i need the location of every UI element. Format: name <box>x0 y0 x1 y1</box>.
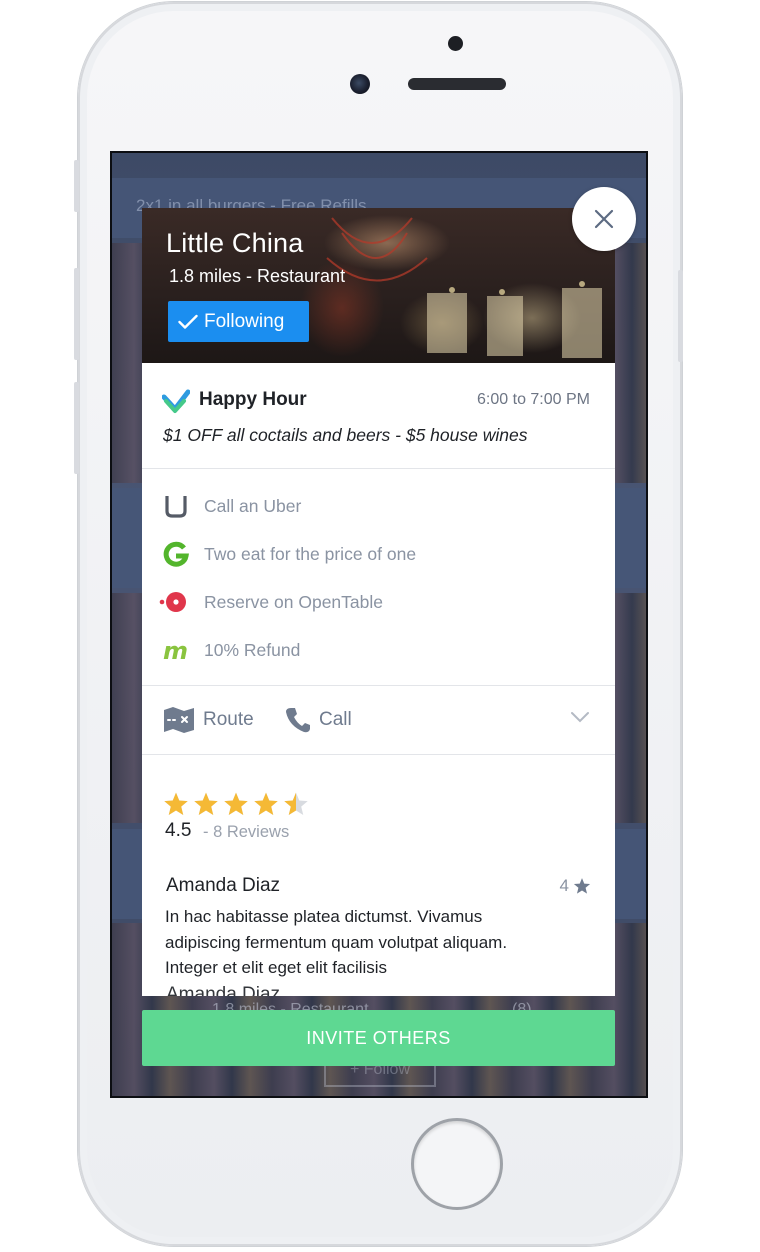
opentable-icon <box>159 592 186 612</box>
review-rating-value: 4 <box>559 876 569 895</box>
venue-subtitle: 1.8 miles - Restaurant <box>169 266 346 286</box>
groupon-icon <box>163 541 189 567</box>
close-icon <box>594 209 614 229</box>
review-text: In hac habitasse platea dictumst. Vivamu… <box>165 907 508 977</box>
route-button[interactable]: Route <box>163 702 254 738</box>
service-uber[interactable]: Call an Uber <box>142 486 615 526</box>
proximity-sensor <box>448 36 463 51</box>
checkmark-icon <box>178 314 198 329</box>
route-map-icon <box>164 707 194 733</box>
happy-hour-title: Happy Hour <box>199 389 307 410</box>
rating-star-icon <box>284 792 308 815</box>
phone-icon <box>286 708 310 733</box>
rating-star-icon <box>254 792 278 815</box>
happy-hour-logo-icon <box>162 389 190 413</box>
divider <box>142 468 615 469</box>
rating-star-icon <box>194 792 218 815</box>
following-button[interactable]: Following <box>168 301 309 342</box>
close-button[interactable] <box>572 187 636 251</box>
invite-others-button[interactable]: INVITE OTHERS <box>142 1010 615 1066</box>
service-opentable-label: Reserve on OpenTable <box>204 592 383 612</box>
service-uber-label: Call an Uber <box>204 496 302 516</box>
rating-score: 4.5 <box>165 820 192 841</box>
rating-stars <box>163 791 313 817</box>
venue-name: Little China <box>166 228 304 258</box>
call-label: Call <box>319 709 352 730</box>
rating-star-icon <box>224 792 248 815</box>
venue-hero-image: Little China 1.8 miles - Restaurant Foll… <box>142 208 615 363</box>
service-opentable[interactable]: Reserve on OpenTable <box>142 582 615 622</box>
call-button[interactable]: Call <box>285 702 352 738</box>
following-label: Following <box>204 310 285 332</box>
service-groupon[interactable]: Two eat for the price of one <box>142 534 615 574</box>
service-groupon-label: Two eat for the price of one <box>204 544 417 564</box>
divider <box>142 754 615 755</box>
venue-card: Little China 1.8 miles - Restaurant Foll… <box>142 208 615 996</box>
volume-up-button <box>74 268 79 360</box>
svg-text:m: m <box>163 637 188 663</box>
happy-hour-time: 6:00 to 7:00 PM <box>477 391 590 408</box>
front-camera <box>350 74 370 94</box>
uber-icon <box>165 496 187 518</box>
home-button[interactable] <box>411 1118 503 1210</box>
rating-reviews-count: - 8 Reviews <box>203 823 290 841</box>
screen: 2x1 in all burgers - Free Refills 1.8 mi… <box>110 151 648 1098</box>
rating-star-icon <box>164 792 188 815</box>
service-mooch-label: 10% Refund <box>204 640 301 660</box>
service-mooch[interactable]: m 10% Refund <box>142 630 615 670</box>
happy-hour-description: $1 OFF all coctails and beers - $5 house… <box>163 425 528 445</box>
review-rating: 4 <box>560 876 591 896</box>
volume-down-button <box>74 382 79 474</box>
route-label: Route <box>203 709 254 730</box>
power-button <box>678 270 683 362</box>
mute-switch <box>74 160 79 212</box>
divider <box>142 685 615 686</box>
chevron-down-icon[interactable] <box>571 711 589 723</box>
mooch-icon: m <box>163 637 188 663</box>
next-review-author: Amanda Diaz <box>166 984 281 996</box>
star-icon <box>573 878 591 894</box>
earpiece-speaker <box>408 78 506 90</box>
review-author: Amanda Diaz <box>166 875 281 896</box>
